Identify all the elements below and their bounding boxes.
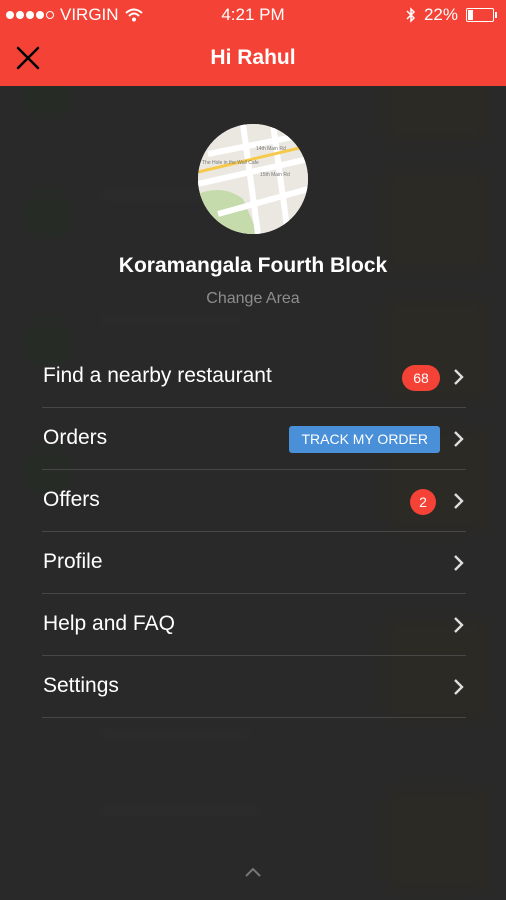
header-bar: Hi Rahul xyxy=(0,30,506,86)
menu-item-offers[interactable]: Offers 2 xyxy=(42,470,466,532)
chevron-right-icon xyxy=(454,555,464,571)
menu-item-orders[interactable]: Orders TRACK MY ORDER xyxy=(42,408,466,470)
svg-text:14th Main Rd: 14th Main Rd xyxy=(256,146,286,152)
battery-icon xyxy=(466,8,497,22)
svg-text:15th Main Rd: 15th Main Rd xyxy=(260,172,290,178)
restaurant-count-badge: 68 xyxy=(402,365,440,391)
menu-item-label: Orders xyxy=(43,426,108,449)
menu-item-find-restaurant[interactable]: Find a nearby restaurant 68 xyxy=(42,346,466,408)
status-bar: VIRGIN 4:21 PM 22% xyxy=(0,0,506,30)
page-title: Hi Rahul xyxy=(210,46,296,69)
area-name: Koramangala Fourth Block xyxy=(118,254,388,277)
menu-item-label: Find a nearby restaurant xyxy=(43,364,272,387)
offers-count-badge: 2 xyxy=(410,489,436,515)
menu-item-label: Help and FAQ xyxy=(43,612,175,635)
menu-item-label: Profile xyxy=(43,550,103,573)
chevron-up-icon[interactable] xyxy=(244,866,262,878)
svg-text:The Hole in the Wall Cafe: The Hole in the Wall Cafe xyxy=(202,160,259,166)
chevron-right-icon xyxy=(454,679,464,695)
change-area-link[interactable]: Change Area xyxy=(0,290,506,308)
chevron-right-icon xyxy=(454,493,464,509)
menu-item-settings[interactable]: Settings xyxy=(42,656,466,718)
menu-item-profile[interactable]: Profile xyxy=(42,532,466,594)
chevron-right-icon xyxy=(454,617,464,633)
chevron-right-icon xyxy=(454,369,464,385)
battery-percent: 22% xyxy=(423,5,458,24)
menu-item-label: Settings xyxy=(43,674,119,697)
menu-item-label: Offers xyxy=(43,488,100,511)
drawer-menu: Find a nearby restaurant 68 Orders TRACK… xyxy=(42,346,466,718)
chevron-right-icon xyxy=(454,431,464,447)
track-my-order-button[interactable]: TRACK MY ORDER xyxy=(289,426,440,453)
location-map-thumbnail[interactable]: 14th Main Rd 15th Main Rd The Hole in th… xyxy=(198,124,308,234)
menu-item-help[interactable]: Help and FAQ xyxy=(42,594,466,656)
bluetooth-icon xyxy=(406,7,416,23)
